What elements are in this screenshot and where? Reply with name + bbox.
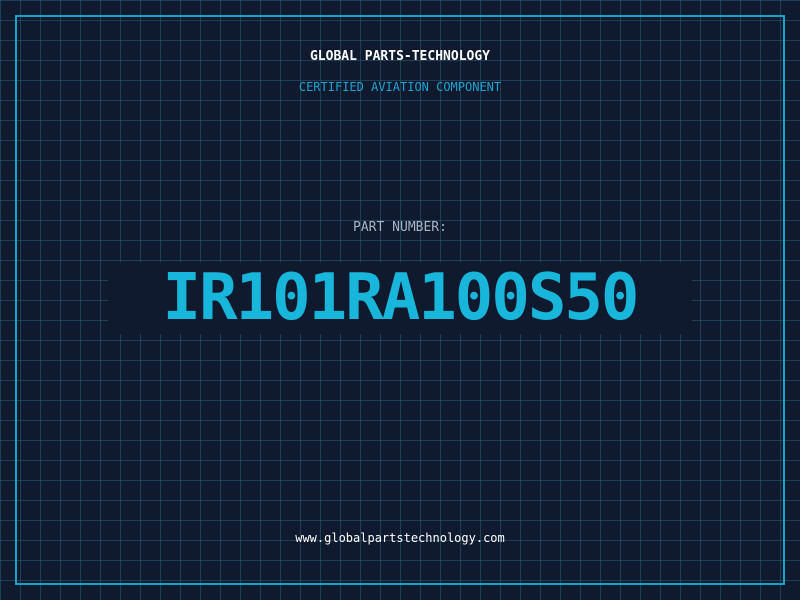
part-label-card: GLOBAL PARTS-TECHNOLOGY CERTIFIED AVIATI… — [0, 0, 800, 600]
website-url: www.globalpartstechnology.com — [295, 531, 505, 545]
part-number-label: PART NUMBER: — [353, 220, 447, 235]
certification-tagline: CERTIFIED AVIATION COMPONENT — [298, 80, 502, 94]
part-number-value: IR101RA100S50 — [162, 261, 640, 335]
company-name: GLOBAL PARTS-TECHNOLOGY — [309, 49, 490, 64]
